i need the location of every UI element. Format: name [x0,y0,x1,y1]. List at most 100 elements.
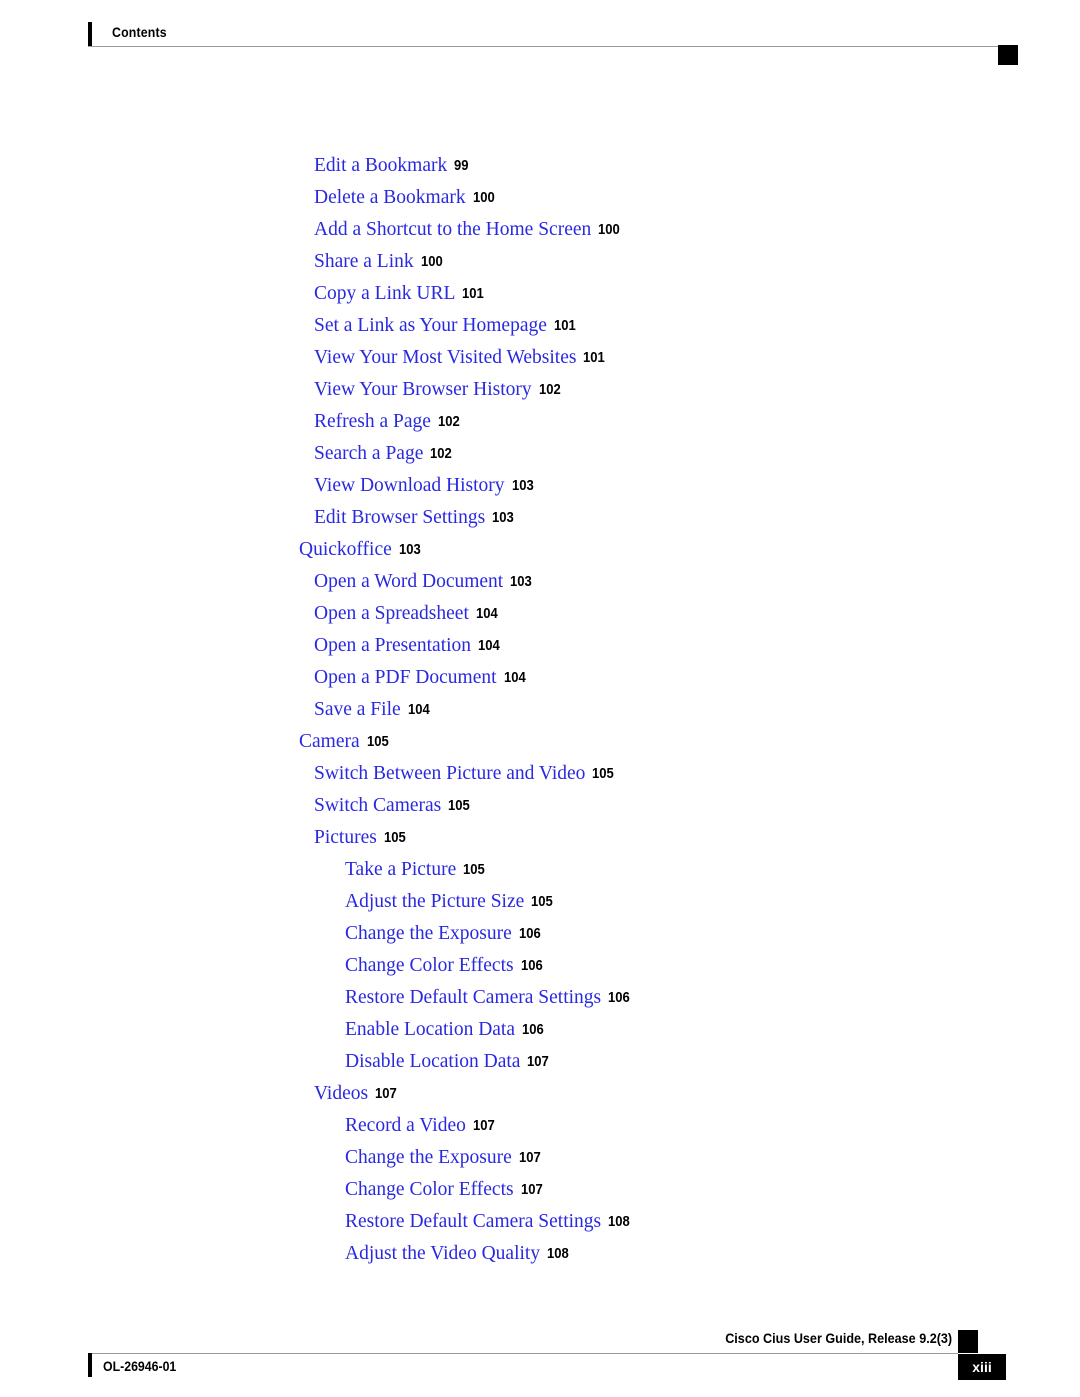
toc-entry-title[interactable]: Open a PDF Document [314,667,497,688]
toc-entry-page-number: 102 [430,446,453,462]
toc-entry-title[interactable]: Record a Video [345,1115,466,1136]
footer-document-id: OL-26946-01 [103,1358,177,1374]
footer-divider [88,1353,958,1354]
toc-entry-page-number: 104 [407,702,430,718]
toc-entry[interactable]: Open a PDF Document 104 [0,662,1080,694]
toc-entry[interactable]: Record a Video 107 [0,1110,1080,1142]
toc-entry[interactable]: Change the Exposure 106 [0,918,1080,950]
toc-entry[interactable]: Change Color Effects 106 [0,950,1080,982]
toc-entry-title[interactable]: View Your Browser History [314,379,532,400]
toc-entry[interactable]: Pictures 105 [0,822,1080,854]
toc-entry-title[interactable]: Open a Presentation [314,635,471,656]
toc-entry-page-number: 106 [520,958,543,974]
header-tick-mark [88,22,92,47]
toc-entry[interactable]: Quickoffice 103 [0,534,1080,566]
toc-entry-page-number: 105 [383,830,406,846]
toc-entry[interactable]: Delete a Bookmark 100 [0,182,1080,214]
toc-entry[interactable]: Videos 107 [0,1078,1080,1110]
toc-entry-page-number: 105 [592,766,615,782]
toc-entry-title[interactable]: Quickoffice [299,539,392,560]
toc-entry[interactable]: Take a Picture 105 [0,854,1080,886]
toc-entry[interactable]: Save a File 104 [0,694,1080,726]
toc-entry-title[interactable]: Disable Location Data [345,1051,520,1072]
toc-entry[interactable]: Switch Cameras 105 [0,790,1080,822]
footer-corner-marker [958,1330,978,1353]
toc-entry[interactable]: Switch Between Picture and Video 105 [0,758,1080,790]
toc-entry-title[interactable]: Camera [299,731,360,752]
page-footer: Cisco Cius User Guide, Release 9.2(3) OL… [0,1320,1080,1397]
toc-entry-title[interactable]: Search a Page [314,443,423,464]
toc-entry[interactable]: Restore Default Camera Settings 108 [0,1206,1080,1238]
toc-entry-title[interactable]: Change Color Effects [345,1179,514,1200]
toc-entry-title[interactable]: Share a Link [314,251,414,272]
toc-entry-page-number: 108 [547,1246,569,1262]
toc-entry[interactable]: Set a Link as Your Homepage 101 [0,310,1080,342]
toc-entry-title[interactable]: Open a Word Document [314,571,503,592]
toc-entry[interactable]: Adjust the Picture Size 105 [0,886,1080,918]
toc-entry[interactable]: Add a Shortcut to the Home Screen 100 [0,214,1080,246]
toc-entry-title[interactable]: Save a File [314,699,401,720]
toc-entry[interactable]: Edit a Bookmark 99 [0,150,1080,182]
toc-entry-title[interactable]: Videos [314,1083,368,1104]
toc-entry[interactable]: Search a Page 102 [0,438,1080,470]
toc-entry[interactable]: Share a Link 100 [0,246,1080,278]
footer-page-number: xiii [958,1354,1006,1380]
toc-entry[interactable]: Open a Spreadsheet 104 [0,598,1080,630]
toc-entry-page-number: 100 [472,190,495,206]
table-of-contents: Edit a Bookmark 99 Delete a Bookmark 100 Add… [0,150,1080,1270]
toc-entry-title[interactable]: Change Color Effects [345,955,514,976]
toc-entry-title[interactable]: Edit Browser Settings [314,507,485,528]
toc-entry-title[interactable]: Switch Cameras [314,795,441,816]
toc-entry-page-number: 103 [511,478,534,494]
toc-entry[interactable]: Camera 105 [0,726,1080,758]
toc-entry-page-number: 108 [608,1214,630,1230]
toc-entry-title[interactable]: Add a Shortcut to the Home Screen [314,219,591,240]
toc-entry-page-number: 105 [366,734,389,750]
toc-entry-title[interactable]: Refresh a Page [314,411,431,432]
footer-tick-mark [88,1353,92,1377]
toc-entry-title[interactable]: Set a Link as Your Homepage [314,315,547,336]
toc-entry-page-number: 107 [518,1150,541,1166]
page-header: Contents [0,0,1080,65]
toc-entry-title[interactable]: Open a Spreadsheet [314,603,469,624]
header-corner-marker [998,45,1018,65]
toc-entry[interactable]: Refresh a Page 102 [0,406,1080,438]
toc-entry-title[interactable]: Edit a Bookmark [314,155,447,176]
toc-entry-title[interactable]: View Download History [314,475,505,496]
toc-entry[interactable]: Disable Location Data 107 [0,1046,1080,1078]
toc-entry-page-number: 105 [448,798,471,814]
toc-entry-title[interactable]: Adjust the Picture Size [345,891,524,912]
toc-entry-title[interactable]: Delete a Bookmark [314,187,466,208]
toc-entry-title[interactable]: Switch Between Picture and Video [314,763,585,784]
toc-entry[interactable]: Change Color Effects 107 [0,1174,1080,1206]
toc-entry-title[interactable]: View Your Most Visited Websites [314,347,576,368]
toc-entry[interactable]: Adjust the Video Quality 108 [0,1238,1080,1270]
toc-entry-title[interactable]: Adjust the Video Quality [345,1243,540,1264]
toc-entry[interactable]: Copy a Link URL 101 [0,278,1080,310]
toc-entry[interactable]: View Your Most Visited Websites 101 [0,342,1080,374]
toc-entry-page-number: 103 [492,510,514,526]
toc-entry-title[interactable]: Copy a Link URL [314,283,455,304]
document-page: Contents Edit a Bookmark 99 Delete a Bookm… [0,0,1080,1397]
toc-entry[interactable]: Restore Default Camera Settings 106 [0,982,1080,1014]
toc-entry[interactable]: View Download History 103 [0,470,1080,502]
toc-entry-title[interactable]: Pictures [314,827,377,848]
toc-entry[interactable]: Open a Word Document 103 [0,566,1080,598]
toc-entry[interactable]: View Your Browser History 102 [0,374,1080,406]
toc-entry-page-number: 104 [475,606,498,622]
toc-entry-title[interactable]: Restore Default Camera Settings [345,1211,601,1232]
toc-entry-title[interactable]: Enable Location Data [345,1019,515,1040]
toc-entry-title[interactable]: Change the Exposure [345,1147,512,1168]
toc-entry[interactable]: Change the Exposure 107 [0,1142,1080,1174]
toc-entry[interactable]: Open a Presentation 104 [0,630,1080,662]
toc-entry-title[interactable]: Restore Default Camera Settings [345,987,601,1008]
toc-entry-page-number: 102 [538,382,561,398]
toc-entry-title[interactable]: Take a Picture [345,859,456,880]
toc-entry-page-number: 107 [472,1118,495,1134]
toc-entry-page-number: 106 [518,926,541,942]
toc-entry-page-number: 103 [510,574,533,590]
toc-entry-title[interactable]: Change the Exposure [345,923,512,944]
toc-entry[interactable]: Edit Browser Settings 103 [0,502,1080,534]
footer-guide-title: Cisco Cius User Guide, Release 9.2(3) [725,1330,952,1346]
toc-entry[interactable]: Enable Location Data 106 [0,1014,1080,1046]
